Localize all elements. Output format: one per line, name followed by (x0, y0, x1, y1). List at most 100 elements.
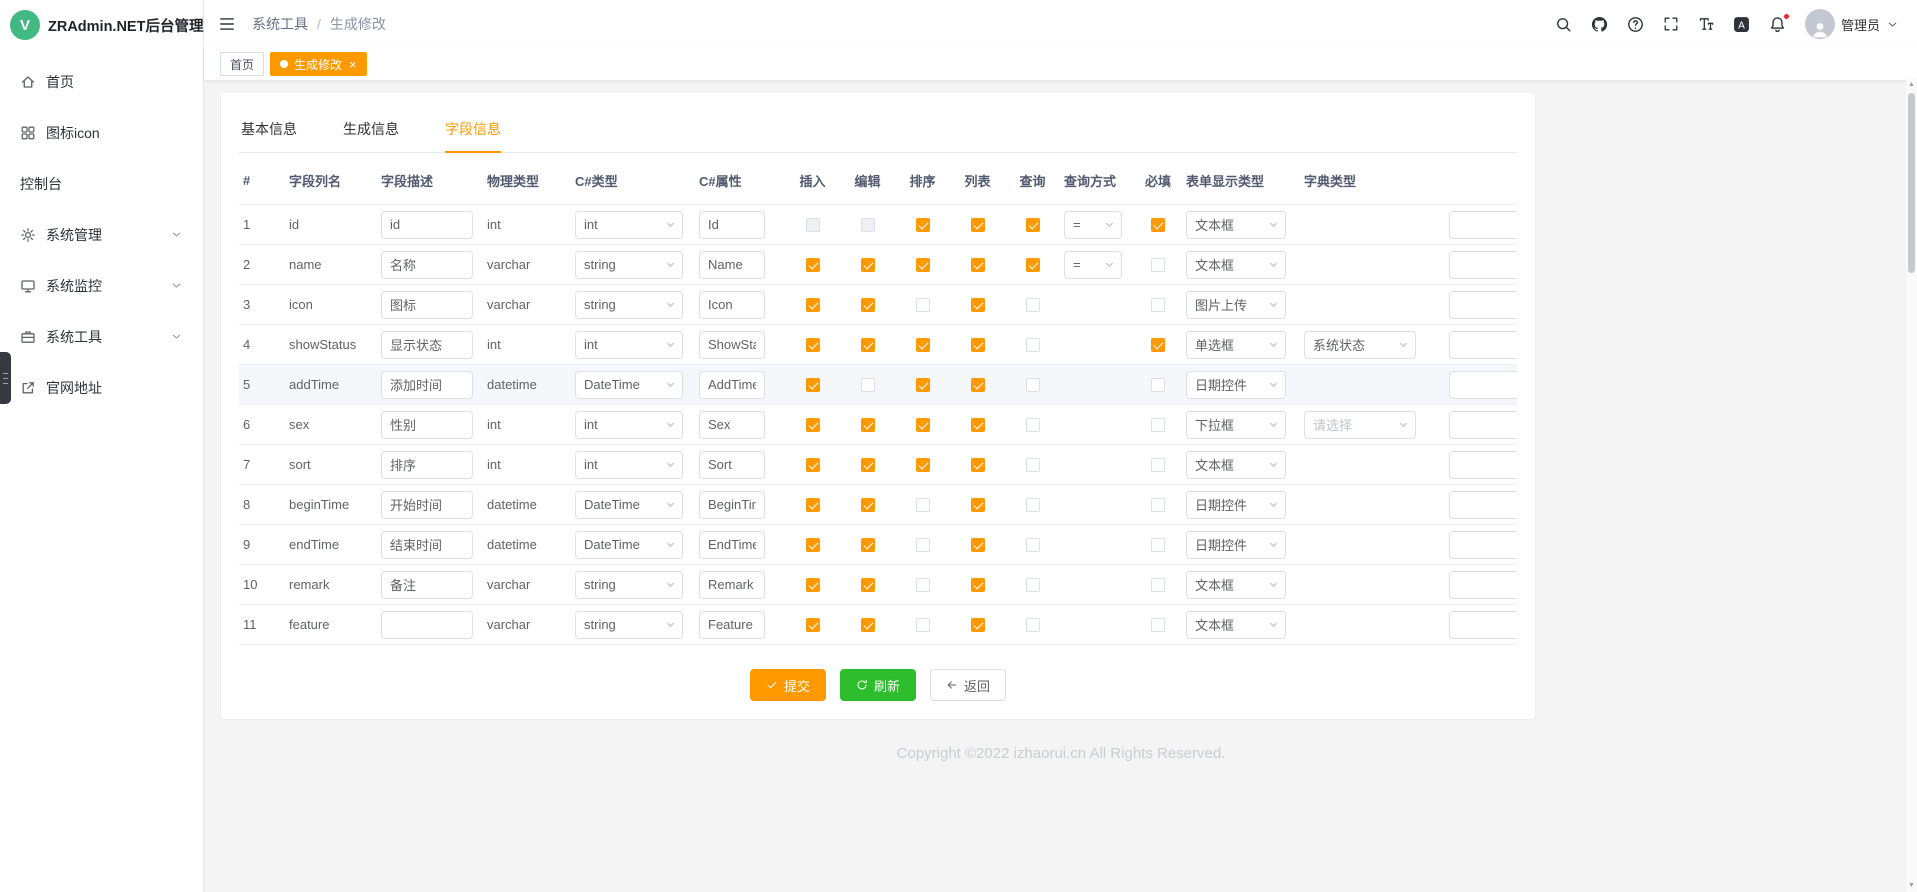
checkbox-checked[interactable] (806, 538, 820, 552)
checkbox-checked[interactable] (916, 258, 930, 272)
dict-select[interactable]: 系统状态 (1304, 331, 1416, 359)
dict-select[interactable]: 请选择 (1304, 411, 1416, 439)
sidebar-item-2[interactable]: 图标icon (0, 107, 203, 158)
checkbox-checked[interactable] (971, 418, 985, 432)
table-scroll-area[interactable]: #字段列名字段描述物理类型C#类型C#属性插入编辑排序列表查询查询方式必填表单显… (239, 157, 1517, 647)
checkbox-checked[interactable] (1026, 218, 1040, 232)
logo[interactable]: V ZRAdmin.NET后台管理 (0, 0, 203, 50)
description-input[interactable] (381, 211, 473, 239)
checkbox-checked[interactable] (971, 458, 985, 472)
csharp-property-input[interactable] (699, 531, 765, 559)
ctype-select[interactable]: string (575, 611, 683, 639)
disp-select[interactable]: 图片上传 (1186, 291, 1286, 319)
checkbox-checked[interactable] (806, 618, 820, 632)
checkbox-unchecked[interactable] (1151, 458, 1165, 472)
qm-select[interactable]: = (1064, 251, 1122, 279)
checkbox-checked[interactable] (861, 418, 875, 432)
disp-select[interactable]: 文本框 (1186, 611, 1286, 639)
checkbox-unchecked[interactable] (1026, 578, 1040, 592)
sidebar-item-1[interactable]: 首页 (0, 56, 203, 107)
csharp-property-input[interactable] (699, 491, 765, 519)
checkbox-checked[interactable] (971, 538, 985, 552)
extra-input[interactable] (1449, 251, 1517, 279)
tab-1[interactable]: 基本信息 (241, 113, 297, 152)
ctype-select[interactable]: int (575, 331, 683, 359)
checkbox-checked[interactable] (861, 498, 875, 512)
bell-icon[interactable] (1769, 16, 1786, 33)
checkbox-unchecked[interactable] (1151, 538, 1165, 552)
sidebar-item-4[interactable]: 系统管理 (0, 209, 203, 260)
checkbox-checked[interactable] (1026, 258, 1040, 272)
checkbox-checked[interactable] (1151, 338, 1165, 352)
description-input[interactable] (381, 251, 473, 279)
description-input[interactable] (381, 611, 473, 639)
theme-drawer-handle[interactable] (0, 352, 11, 404)
sidebar-item-5[interactable]: 系统监控 (0, 260, 203, 311)
font-size-icon[interactable] (1698, 16, 1714, 32)
checkbox-checked[interactable] (916, 458, 930, 472)
csharp-property-input[interactable] (699, 371, 765, 399)
description-input[interactable] (381, 331, 473, 359)
checkbox-checked[interactable] (1151, 218, 1165, 232)
csharp-property-input[interactable] (699, 251, 765, 279)
checkbox-checked[interactable] (971, 378, 985, 392)
checkbox-checked[interactable] (916, 218, 930, 232)
checkbox-checked[interactable] (971, 258, 985, 272)
csharp-property-input[interactable] (699, 291, 765, 319)
collapse-sidebar-icon[interactable] (218, 15, 236, 33)
ctype-select[interactable]: DateTime (575, 531, 683, 559)
checkbox-checked[interactable] (806, 338, 820, 352)
checkbox-unchecked[interactable] (1151, 418, 1165, 432)
breadcrumb-parent[interactable]: 系统工具 (252, 14, 308, 34)
checkbox-checked[interactable] (806, 578, 820, 592)
sidebar-item-7[interactable]: 官网地址 (0, 362, 203, 413)
checkbox-unchecked[interactable] (1151, 498, 1165, 512)
checkbox-checked[interactable] (806, 418, 820, 432)
ctype-select[interactable]: string (575, 251, 683, 279)
vertical-scrollbar[interactable]: ▲ ▼ (1906, 78, 1917, 892)
tag-2[interactable]: 生成修改× (270, 52, 367, 76)
extra-input[interactable] (1449, 211, 1517, 239)
csharp-property-input[interactable] (699, 331, 765, 359)
github-icon[interactable] (1591, 16, 1608, 33)
checkbox-checked[interactable] (806, 498, 820, 512)
extra-input[interactable] (1449, 491, 1517, 519)
disp-select[interactable]: 文本框 (1186, 571, 1286, 599)
scroll-up-icon[interactable]: ▲ (1908, 78, 1915, 91)
description-input[interactable] (381, 291, 473, 319)
disp-select[interactable]: 文本框 (1186, 451, 1286, 479)
checkbox-checked[interactable] (916, 338, 930, 352)
checkbox-checked[interactable] (806, 378, 820, 392)
checkbox-checked[interactable] (806, 258, 820, 272)
extra-input[interactable] (1449, 531, 1517, 559)
extra-input[interactable] (1449, 411, 1517, 439)
help-icon[interactable] (1627, 16, 1644, 33)
checkbox-checked[interactable] (916, 378, 930, 392)
checkbox-unchecked[interactable] (861, 378, 875, 392)
checkbox-unchecked[interactable] (1151, 578, 1165, 592)
back-button[interactable]: 返回 (930, 669, 1006, 701)
sidebar-item-3[interactable]: 控制台 (0, 158, 203, 209)
ctype-select[interactable]: string (575, 571, 683, 599)
ctype-select[interactable]: DateTime (575, 371, 683, 399)
checkbox-unchecked[interactable] (916, 538, 930, 552)
description-input[interactable] (381, 531, 473, 559)
checkbox-unchecked[interactable] (1151, 298, 1165, 312)
scroll-down-icon[interactable]: ▼ (1908, 879, 1915, 892)
translate-icon[interactable]: A (1733, 16, 1750, 33)
csharp-property-input[interactable] (699, 451, 765, 479)
ctype-select[interactable]: int (575, 451, 683, 479)
checkbox-checked[interactable] (971, 498, 985, 512)
checkbox-checked[interactable] (971, 338, 985, 352)
extra-input[interactable] (1449, 451, 1517, 479)
disp-select[interactable]: 日期控件 (1186, 371, 1286, 399)
checkbox-checked[interactable] (971, 578, 985, 592)
description-input[interactable] (381, 371, 473, 399)
user-menu[interactable]: 管理员 (1805, 9, 1899, 39)
extra-input[interactable] (1449, 331, 1517, 359)
submit-button[interactable]: 提交 (750, 669, 826, 701)
checkbox-unchecked[interactable] (916, 578, 930, 592)
checkbox-checked[interactable] (971, 618, 985, 632)
refresh-button[interactable]: 刷新 (840, 669, 916, 701)
disp-select[interactable]: 单选框 (1186, 331, 1286, 359)
